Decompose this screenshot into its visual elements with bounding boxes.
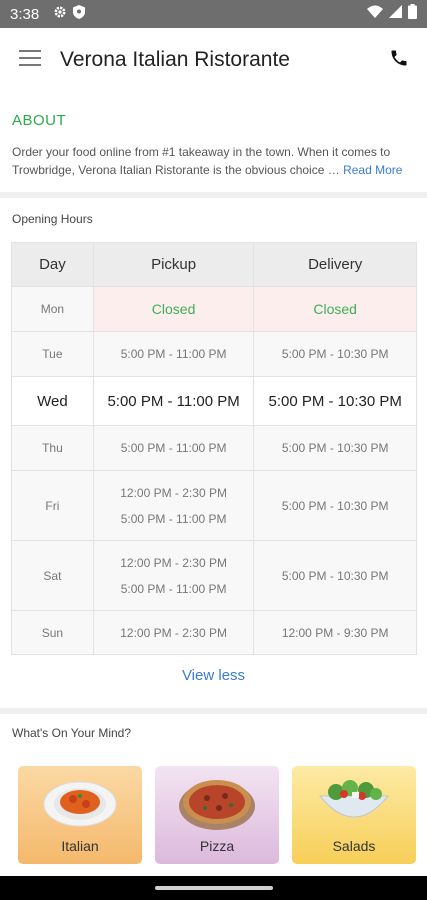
day-cell: Sun: [11, 610, 94, 655]
settings-icon: [53, 5, 67, 24]
pizza-image: [155, 766, 279, 838]
category-card-pizza[interactable]: Pizza: [155, 766, 279, 864]
pickup-cell: 12:00 PM - 2:30 PM 5:00 PM - 11:00 PM: [92, 470, 255, 541]
phone-icon: [389, 48, 409, 73]
delivery-cell: Closed: [253, 286, 417, 332]
app-bar: Verona Italian Ristorante: [0, 28, 427, 92]
opening-hours-section: Opening Hours Day Pickup Delivery Mon Cl…: [0, 198, 427, 684]
about-section: ABOUT Order your food online from #1 tak…: [0, 92, 427, 192]
day-cell: Thu: [11, 425, 94, 471]
categories-heading: What's On Your Mind?: [12, 726, 132, 740]
category-card-salads[interactable]: Salads: [292, 766, 416, 864]
pickup-cell: 5:00 PM - 11:00 PM: [92, 425, 255, 471]
navigation-bar: [0, 876, 427, 900]
table-row: Thu 5:00 PM - 11:00 PM 5:00 PM - 10:30 P…: [11, 425, 417, 471]
delivery-cell: 5:00 PM - 10:30 PM: [253, 470, 417, 541]
pickup-cell: 5:00 PM - 11:00 PM: [92, 376, 255, 426]
day-cell: Mon: [11, 286, 94, 332]
pasta-dish-image: [18, 766, 142, 838]
home-gesture-handle[interactable]: [154, 886, 273, 890]
time-slot: 5:00 PM - 11:00 PM: [120, 581, 227, 596]
time-slot: 12:00 PM - 2:30 PM: [120, 555, 227, 570]
pickup-cell: 12:00 PM - 2:30 PM 5:00 PM - 11:00 PM: [92, 540, 255, 611]
menu-button[interactable]: [0, 28, 60, 92]
column-header-day: Day: [11, 242, 94, 287]
shield-icon: [73, 4, 86, 24]
about-description: Order your food online from #1 takeaway …: [12, 145, 391, 177]
status-time: 3:38: [10, 5, 40, 23]
delivery-cell: 5:00 PM - 10:30 PM: [253, 331, 417, 377]
signal-icon: [389, 5, 402, 23]
delivery-cell: 12:00 PM - 9:30 PM: [253, 610, 417, 655]
table-row: Sat 12:00 PM - 2:30 PM 5:00 PM - 11:00 P…: [11, 540, 417, 611]
table-row: Sun 12:00 PM - 2:30 PM 12:00 PM - 9:30 P…: [11, 610, 417, 655]
table-row: Tue 5:00 PM - 11:00 PM 5:00 PM - 10:30 P…: [11, 331, 417, 377]
call-button[interactable]: [371, 28, 427, 92]
wifi-icon: [367, 5, 383, 23]
about-heading: ABOUT: [12, 112, 67, 129]
day-cell: Sat: [11, 540, 94, 611]
hamburger-menu-icon: [19, 49, 41, 71]
delivery-cell: 5:00 PM - 10:30 PM: [253, 540, 417, 611]
day-cell: Wed: [11, 376, 94, 426]
read-more-link[interactable]: Read More: [343, 163, 402, 177]
view-less-link[interactable]: View less: [0, 667, 427, 684]
status-bar: 3:38: [0, 0, 427, 28]
table-row: Fri 12:00 PM - 2:30 PM 5:00 PM - 11:00 P…: [11, 470, 417, 541]
category-label: Italian: [61, 838, 99, 854]
time-slot: 12:00 PM - 2:30 PM: [120, 485, 227, 500]
delivery-cell: 5:00 PM - 10:30 PM: [253, 376, 417, 426]
opening-hours-table: Day Pickup Delivery Mon Closed Closed Tu…: [11, 242, 417, 655]
category-label: Pizza: [199, 838, 235, 854]
table-row: Mon Closed Closed: [11, 286, 417, 332]
pickup-cell: 12:00 PM - 2:30 PM: [92, 610, 255, 655]
delivery-cell: 5:00 PM - 10:30 PM: [253, 425, 417, 471]
pickup-cell: Closed: [92, 286, 255, 332]
table-row-today: Wed 5:00 PM - 11:00 PM 5:00 PM - 10:30 P…: [11, 376, 417, 426]
battery-icon: [408, 4, 417, 24]
day-cell: Tue: [11, 331, 94, 377]
table-header-row: Day Pickup Delivery: [11, 242, 417, 287]
category-label: Salads: [332, 838, 376, 854]
category-card-italian[interactable]: Italian: [18, 766, 142, 864]
about-text: Order your food online from #1 takeaway …: [12, 143, 415, 179]
categories-section: What's On Your Mind? Italian Pizza Salad…: [0, 716, 427, 864]
pickup-cell: 5:00 PM - 11:00 PM: [92, 331, 255, 377]
section-divider: [0, 708, 427, 714]
column-header-pickup: Pickup: [92, 242, 255, 287]
opening-hours-heading: Opening Hours: [12, 212, 93, 226]
salad-bowl-image: [292, 766, 416, 838]
page-title: Verona Italian Ristorante: [60, 48, 290, 71]
column-header-delivery: Delivery: [253, 242, 417, 287]
time-slot: 5:00 PM - 11:00 PM: [120, 511, 227, 526]
day-cell: Fri: [11, 470, 94, 541]
